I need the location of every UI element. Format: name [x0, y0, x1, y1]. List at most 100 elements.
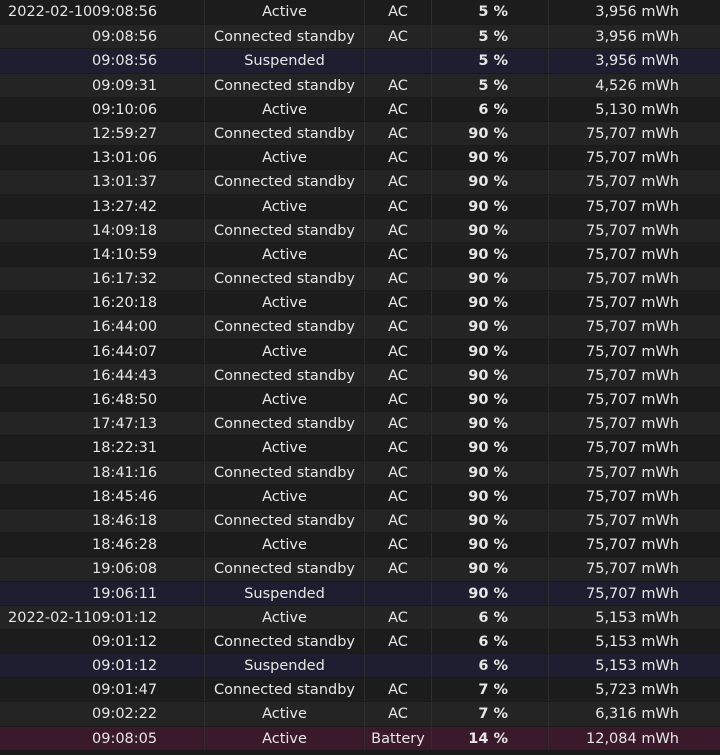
capacity-cell: 3,956 mWh: [548, 25, 720, 49]
table-row: 16:44:00 Connected standby AC 90 % 75,707 mW…: [0, 315, 720, 339]
percent-cell: 90 %: [431, 436, 548, 460]
state-cell: Active: [204, 291, 364, 315]
percent-cell: 90 %: [431, 315, 548, 339]
date-cell: [0, 25, 92, 48]
percent-cell: 90 %: [431, 242, 548, 267]
capacity-cell: 5,130 mWh: [548, 97, 720, 121]
table-row: 16:44:43 Connected standby AC 90 % 75,707 mW…: [0, 363, 720, 387]
date-cell: [0, 557, 92, 580]
state-cell: Connected standby: [204, 25, 364, 49]
percent-cell: 90 %: [431, 363, 548, 387]
state-cell: Active: [204, 242, 364, 267]
time-cell: 09:10:06: [92, 101, 158, 118]
table-row: 18:45:46 Active AC 90 % 75,707 mWh: [0, 484, 720, 508]
percent-cell: 7 %: [431, 702, 548, 726]
state-cell: Suspended: [204, 49, 364, 73]
capacity-cell: 5,153 mWh: [548, 654, 720, 678]
table-row: 19:06:11 Suspended 90 % 75,707 mWh: [0, 581, 720, 605]
date-cell: [0, 702, 92, 725]
percent-cell: 90 %: [431, 508, 548, 533]
capacity-cell: 75,707 mWh: [548, 388, 720, 412]
time-cell: 09:08:56: [92, 4, 158, 20]
source-cell: AC: [364, 702, 431, 726]
table-row: 16:20:18 Active AC 90 % 75,707 mWh: [0, 291, 720, 315]
table-row: 13:01:37 Connected standby AC 90 % 75,707 mW…: [0, 170, 720, 194]
percent-cell: 90 %: [431, 581, 548, 605]
date-cell: [0, 582, 92, 605]
capacity-cell: 75,707 mWh: [548, 508, 720, 533]
capacity-cell: 75,707 mWh: [548, 436, 720, 460]
capacity-cell: 3,956 mWh: [548, 49, 720, 73]
time-cell: 16:17:32: [92, 271, 158, 288]
date-cell: 2022-02-10: [8, 4, 92, 20]
date-cell: [0, 654, 92, 677]
state-cell: Active: [204, 97, 364, 121]
date-cell: [0, 340, 92, 363]
source-cell: [364, 49, 431, 73]
percent-cell: 90 %: [431, 557, 548, 581]
time-cell: 19:06:08: [92, 561, 158, 578]
table-row: 16:44:07 Active AC 90 % 75,707 mWh: [0, 339, 720, 363]
state-cell: Active: [204, 0, 364, 25]
table-row: 19:06:08 Connected standby AC 90 % 75,707 mW…: [0, 557, 720, 581]
capacity-cell: 75,707 mWh: [548, 194, 720, 218]
date-cell: [0, 436, 92, 459]
percent-cell: 6 %: [431, 605, 548, 629]
date-cell: [0, 678, 92, 701]
date-cell: [0, 630, 92, 653]
capacity-cell: 5,153 mWh: [548, 629, 720, 654]
state-cell: Connected standby: [204, 170, 364, 194]
percent-cell: 6 %: [431, 654, 548, 678]
time-cell: 16:44:00: [92, 319, 158, 336]
time-cell: 13:01:37: [92, 174, 158, 191]
table-row: 09:08:56 Connected standby AC 5 % 3,956 mWh: [0, 25, 720, 49]
table-row: 13:01:06 Active AC 90 % 75,707 mWh: [0, 146, 720, 170]
state-cell: Active: [204, 533, 364, 557]
source-cell: AC: [364, 291, 431, 315]
time-cell: 18:46:18: [92, 512, 158, 529]
table-row: 14:09:18 Connected standby AC 90 % 75,707 mW…: [0, 218, 720, 242]
table-row: 2022-02-10 09:08:56 Active AC 5 % 3,956 mWh: [0, 0, 720, 25]
state-cell: Active: [204, 146, 364, 170]
date-cell: [0, 364, 92, 387]
time-cell: 16:44:07: [92, 343, 158, 360]
time-cell: 09:01:12: [92, 658, 158, 675]
table-row: 09:01:47 Connected standby AC 7 % 5,723 mWh: [0, 678, 720, 702]
time-cell: 16:48:50: [92, 392, 158, 408]
table-row: 09:08:56 Suspended 5 % 3,956 mWh: [0, 49, 720, 73]
state-cell: Active: [204, 436, 364, 460]
table-row: 09:01:12 Suspended 6 % 5,153 mWh: [0, 654, 720, 678]
table-row: 14:10:59 Active AC 90 % 75,707 mWh: [0, 242, 720, 267]
source-cell: AC: [364, 629, 431, 654]
source-cell: AC: [364, 557, 431, 581]
source-cell: AC: [364, 678, 431, 702]
source-cell: [364, 581, 431, 605]
date-cell: [0, 291, 92, 314]
state-cell: Connected standby: [204, 557, 364, 581]
source-cell: Battery: [364, 726, 431, 750]
table-row: 18:46:18 Connected standby AC 90 % 75,707 mW…: [0, 508, 720, 533]
percent-cell: 5 %: [431, 25, 548, 49]
table-row: 18:41:16 Connected standby AC 90 % 75,707 mW…: [0, 460, 720, 484]
capacity-cell: 4,526 mWh: [548, 73, 720, 97]
time-cell: 09:01:47: [92, 682, 158, 699]
table-row: 09:08:05 Active Battery 14 % 12,084 mWh: [0, 726, 720, 750]
capacity-cell: 75,707 mWh: [548, 581, 720, 605]
time-cell: 12:59:27: [92, 125, 158, 142]
date-cell: [0, 74, 92, 97]
source-cell: AC: [364, 170, 431, 194]
date-cell: [0, 243, 92, 266]
date-cell: [0, 219, 92, 242]
table-row: 09:09:31 Connected standby AC 5 % 4,526 mWh: [0, 73, 720, 97]
date-cell: [0, 267, 92, 290]
percent-cell: 90 %: [431, 194, 548, 218]
state-cell: Active: [204, 339, 364, 363]
time-cell: 16:20:18: [92, 295, 158, 312]
percent-cell: 14 %: [431, 726, 548, 750]
time-cell: 09:08:05: [92, 730, 158, 747]
table-row: 16:48:50 Active AC 90 % 75,707 mWh: [0, 388, 720, 412]
time-cell: 19:06:11: [92, 585, 158, 602]
capacity-cell: 75,707 mWh: [548, 291, 720, 315]
date-cell: [0, 509, 92, 532]
percent-cell: 90 %: [431, 339, 548, 363]
